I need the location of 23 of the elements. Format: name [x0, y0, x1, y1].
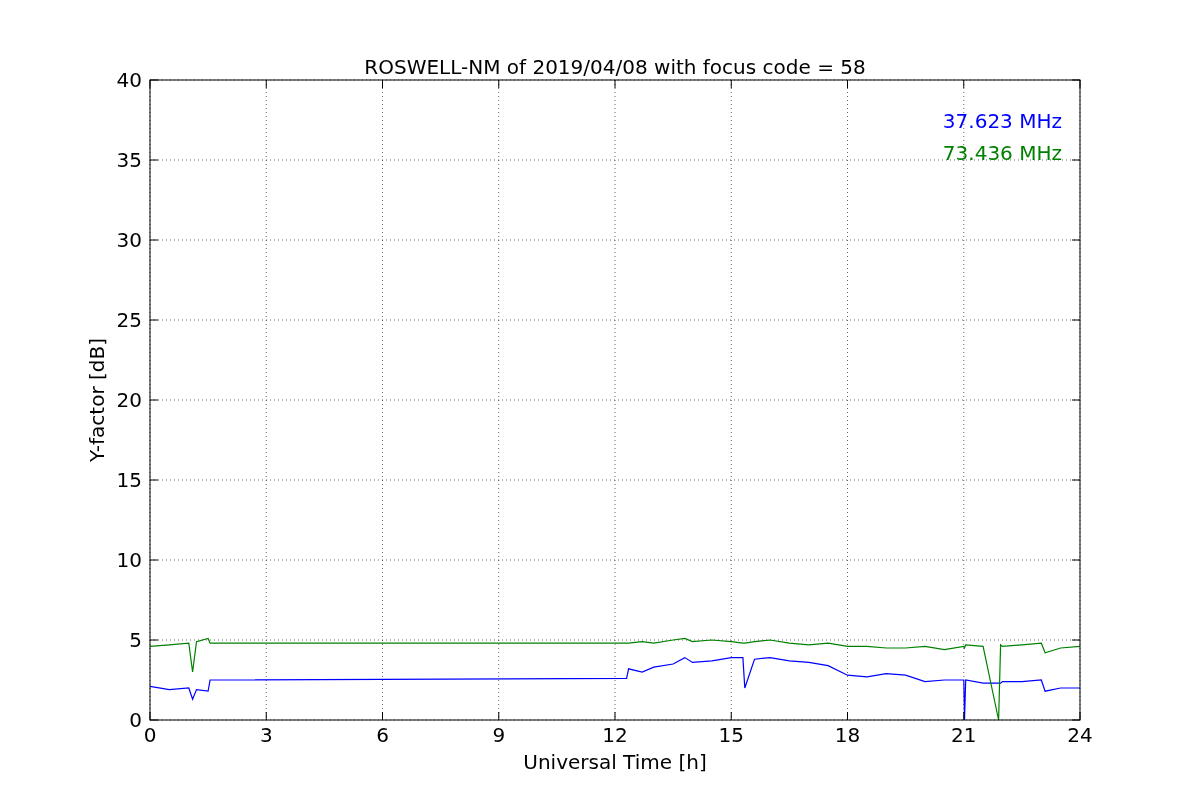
x-tick-label: 18: [834, 723, 861, 747]
y-axis-label: Y-factor [dB]: [85, 338, 109, 462]
y-tick-label: 10: [116, 548, 142, 572]
legend-label: 73.436 MHz: [942, 141, 1062, 165]
x-tick-label: 15: [718, 723, 744, 747]
y-tick-label: 40: [116, 68, 142, 92]
legend-label: 37.623 MHz: [942, 109, 1062, 133]
y-tick-label: 15: [116, 468, 142, 492]
x-tick-label: 21: [951, 723, 977, 747]
y-tick-label: 0: [129, 708, 142, 732]
x-tick-label: 12: [602, 723, 628, 747]
x-tick-label: 3: [259, 723, 273, 747]
chart-title: ROSWELL-NM of 2019/04/08 with focus code = 58: [364, 55, 866, 79]
y-tick-label: 30: [116, 228, 142, 252]
y-tick-label: 35: [116, 148, 142, 172]
x-tick-label: 9: [492, 723, 506, 747]
y-tick-label: 5: [129, 628, 142, 652]
x-tick-label: 0: [143, 723, 157, 747]
y-tick-label: 20: [116, 388, 142, 412]
x-tick-label: 24: [1067, 723, 1093, 747]
y-tick-label: 25: [116, 308, 142, 332]
x-tick-label: 6: [376, 723, 389, 747]
x-axis-label: Universal Time [h]: [523, 750, 707, 774]
